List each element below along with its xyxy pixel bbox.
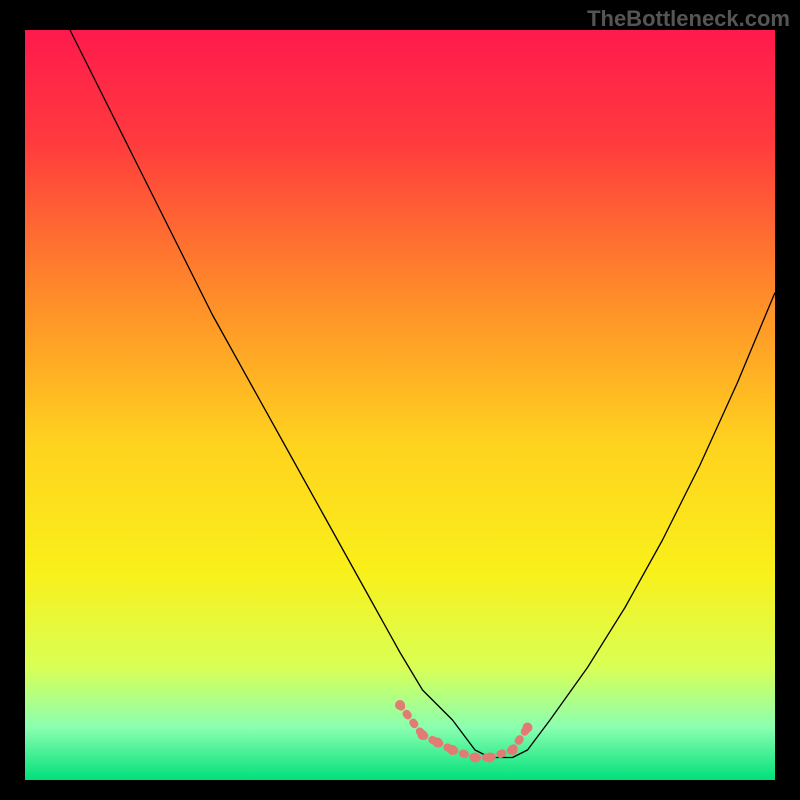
optimal-marker-dot <box>523 723 533 733</box>
frame-right <box>775 0 800 800</box>
frame-left <box>0 0 25 800</box>
bottleneck-chart <box>0 0 800 800</box>
frame-bottom <box>0 780 800 800</box>
chart-container: TheBottleneck.com <box>0 0 800 800</box>
plot-background <box>25 30 775 780</box>
watermark-text: TheBottleneck.com <box>587 6 790 32</box>
